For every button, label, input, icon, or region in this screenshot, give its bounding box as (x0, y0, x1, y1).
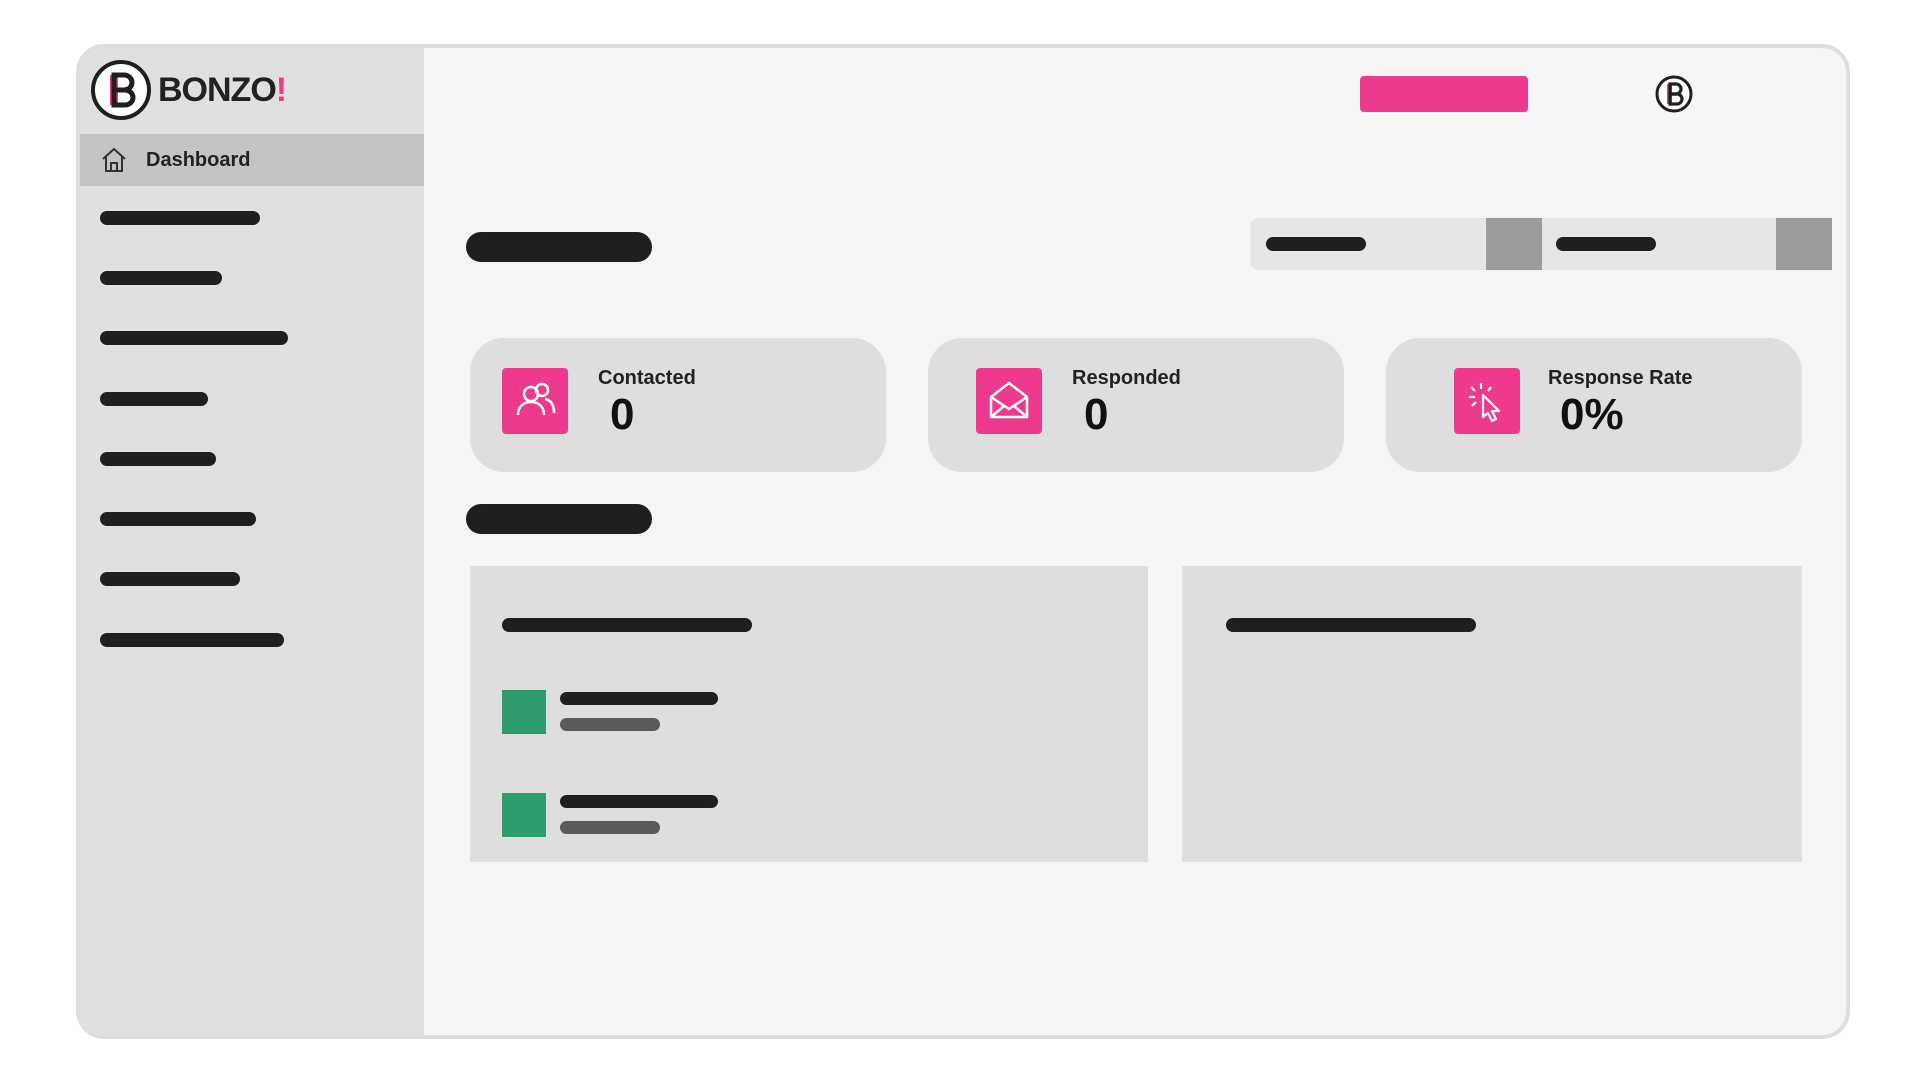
activity-panel (470, 566, 1148, 862)
sidebar-item-placeholder[interactable] (100, 211, 260, 225)
logo[interactable]: BONZO! (90, 54, 287, 126)
logo-text: BONZO! (158, 70, 287, 109)
sidebar: BONZO! Dashboard (80, 48, 424, 1035)
list-item[interactable] (502, 793, 802, 837)
stat-card-contacted: Contacted 0 (470, 338, 886, 472)
section-title (466, 504, 652, 534)
users-icon (502, 368, 568, 434)
sidebar-item-dashboard[interactable]: Dashboard (80, 134, 424, 186)
app-window: BONZO! Dashboard Contacted 0 Responded 0… (76, 44, 1850, 1039)
stat-value: 0 (1084, 390, 1109, 439)
sidebar-item-placeholder[interactable] (100, 512, 256, 526)
stat-label: Response Rate (1548, 367, 1693, 389)
sidebar-item-placeholder[interactable] (100, 271, 222, 285)
list-item[interactable] (502, 690, 802, 734)
summary-panel (1182, 566, 1802, 862)
stat-card-responded: Responded 0 (928, 338, 1344, 472)
bonzo-logo-icon[interactable] (1654, 74, 1694, 114)
panel-title (1226, 618, 1476, 632)
panel-title (502, 618, 752, 632)
sidebar-item-placeholder[interactable] (100, 572, 240, 586)
sidebar-item-placeholder[interactable] (100, 633, 284, 647)
stat-value: 0% (1560, 390, 1624, 439)
toggle-option-label (1266, 237, 1366, 251)
home-icon (102, 147, 126, 172)
bonzo-logo-icon (91, 60, 151, 120)
toggle-option[interactable] (1250, 218, 1542, 270)
header-primary-button[interactable] (1360, 76, 1528, 112)
page-title (466, 232, 652, 262)
stat-value: 0 (610, 390, 635, 439)
status-swatch (502, 793, 546, 837)
sidebar-item-placeholder[interactable] (100, 331, 288, 345)
list-item-title (560, 692, 718, 705)
toggle-option-handle[interactable] (1776, 218, 1832, 270)
toggle-option-label (1556, 237, 1656, 251)
stat-label: Contacted (598, 367, 696, 389)
list-item-subtitle (560, 821, 660, 834)
status-swatch (502, 690, 546, 734)
sidebar-item-label: Dashboard (146, 148, 251, 171)
list-item-title (560, 795, 718, 808)
toggle-option-handle[interactable] (1486, 218, 1542, 270)
list-item-subtitle (560, 718, 660, 731)
sidebar-item-placeholder[interactable] (100, 452, 216, 466)
toggle-option[interactable] (1542, 218, 1832, 270)
cursor-click-icon (1454, 368, 1520, 434)
sidebar-item-placeholder[interactable] (100, 392, 208, 406)
open-envelope-icon (976, 368, 1042, 434)
stat-card-response-rate: Response Rate 0% (1386, 338, 1802, 472)
stat-label: Responded (1072, 367, 1181, 389)
date-range-toggle (1250, 218, 1832, 270)
